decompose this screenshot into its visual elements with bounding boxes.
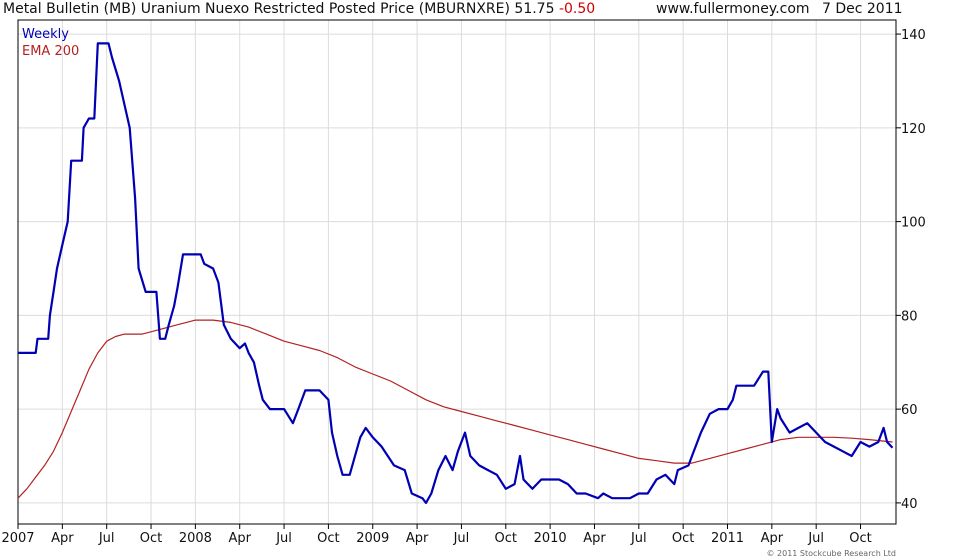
legend-weekly: Weekly (22, 27, 69, 42)
x-tick-label: Apr (583, 531, 606, 546)
chart: 40 60 80 100 120 140 2007 Apr Jul Oct 2008 Apr Jul Oc… (1, 19, 926, 546)
x-tick-label: Jul (275, 531, 292, 546)
legend-ema-200: EMA 200 (22, 44, 80, 59)
grid-lines (17, 20, 896, 524)
x-tick-label: Oct (849, 531, 871, 546)
series-weekly-line (18, 42, 894, 504)
x-tick-label: Oct (317, 531, 339, 546)
x-tick-label: Oct (672, 531, 694, 546)
x-tick-label: Apr (51, 531, 74, 546)
y-tick-label: 40 (901, 497, 918, 512)
x-tick-label: 2010 (534, 531, 567, 546)
x-tick-label: Oct (140, 531, 162, 546)
x-tick-label: Apr (406, 531, 429, 546)
y-tick-label: 60 (901, 403, 918, 418)
x-tick-label: Jul (453, 531, 470, 546)
x-tick-label: Apr (761, 531, 784, 546)
x-tick-label: Jul (630, 531, 647, 546)
x-tick-label: Jul (807, 531, 824, 546)
x-tick-label: Apr (228, 531, 251, 546)
copyright-notice: © 2011 Stockcube Research Ltd (766, 549, 896, 558)
x-tick-label: 2008 (179, 531, 212, 546)
plot-frame (17, 19, 897, 525)
y-axis: 40 60 80 100 120 140 (896, 28, 926, 512)
x-tick-label: Oct (495, 531, 517, 546)
x-tick-label: Jul (98, 531, 115, 546)
x-tick-label: 2007 (1, 531, 34, 546)
y-tick-label: 80 (901, 309, 918, 324)
x-tick-label: 2009 (356, 531, 389, 546)
y-tick-label: 120 (901, 122, 926, 137)
y-tick-label: 100 (901, 216, 926, 231)
x-axis: 2007 Apr Jul Oct 2008 Apr Jul Oct 2009 Apr Jul Oct 2… (1, 524, 872, 546)
x-tick-label: 2011 (711, 531, 744, 546)
y-tick-label: 140 (901, 28, 926, 43)
